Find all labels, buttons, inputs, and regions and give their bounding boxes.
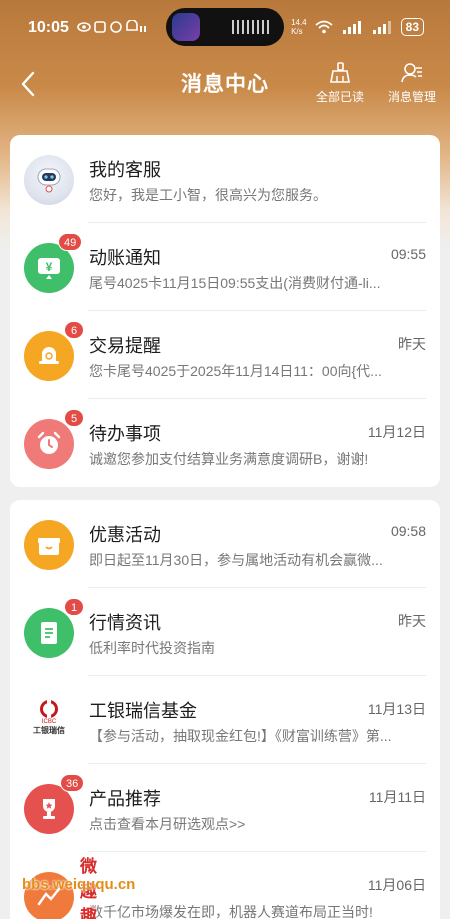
row-title: 交易提醒 [89,336,161,356]
row-title: 待办事项 [89,424,161,444]
row-time: 09:55 [390,246,426,262]
row-time: 11月06日 [367,877,426,893]
unread-badge: 36 [60,774,85,792]
signal-2-icon [372,21,391,34]
broom-icon [330,62,350,83]
battery-indicator: 83 [400,18,424,36]
unread-badge: 1 [64,598,84,616]
unread-badge: 6 [64,321,84,339]
row-title: 行情资讯 [89,613,161,633]
nav-bar: 消息中心 全部已读 消息管理 [0,56,450,112]
row-desc: 即日起至11月30日，参与属地活动有机会赢微... [89,552,383,568]
icbc-logo-cn: 工银瑞信 [33,726,65,735]
watermark-url: bbs.weiququ.cn [22,876,136,893]
icbc-mark-icon [40,700,58,718]
row-title: 优惠活动 [89,525,161,545]
row-title: 产品推荐 [89,789,161,809]
robot-avatar-icon [24,155,74,205]
user-settings-icon [401,63,422,83]
network-speed: 14.4 K/s [291,18,307,36]
row-desc: 您卡尾号4025于2025年11月14日11：00向{代... [89,363,382,379]
read-all-label: 全部已读 [315,90,364,104]
alarm-clock-icon [24,419,74,469]
list-item-market-news[interactable]: 1 行情资讯 昨天 低利率时代投资指南 [10,588,440,676]
row-time: 11月13日 [367,701,426,717]
message-manage-label: 消息管理 [387,90,436,104]
row-time: 昨天 [398,336,426,352]
row-desc: 您好，我是工小智，很高兴为您服务。 [89,187,327,203]
row-desc: 尾号4025卡11月15日09:55支出(消费财付通-li... [89,275,381,291]
message-group-secondary: 优惠活动 09:58 即日起至11月30日，参与属地活动有机会赢微... 1 行… [10,500,440,919]
row-desc: 点击查看本月研选观点>> [89,816,246,832]
message-group-primary: 我的客服 您好，我是工小智，很高兴为您服务。 ¥ 49 动账通知 09:55 尾… [10,135,440,487]
status-notification-icons [77,18,147,37]
document-icon [24,608,74,658]
signal-1-icon [342,21,361,34]
read-all-button[interactable]: 全部已读 [310,62,370,105]
bell-icon [24,331,74,381]
svg-text:¥: ¥ [46,260,53,274]
unread-badge: 49 [58,233,83,251]
row-time: 昨天 [398,613,426,629]
row-title: 工银瑞信基金 [89,701,197,721]
music-artwork-icon [172,13,200,41]
row-time: 11月11日 [368,789,426,805]
list-item-transaction-alert[interactable]: 6 交易提醒 昨天 您卡尾号4025于2025年11月14日11：00向{代..… [10,311,440,399]
icbc-logo: ICBC 工银瑞信 [24,696,74,746]
message-manage-button[interactable]: 消息管理 [382,62,442,105]
dynamic-island [166,8,284,46]
status-time: 10:05 [28,19,69,36]
row-desc: 低利率时代投资指南 [89,640,215,656]
row-title: 动账通知 [89,248,161,268]
row-time: 09:58 [390,523,426,539]
list-item-icbc-fund[interactable]: ICBC 工银瑞信 工银瑞信基金 11月13日 【参与活动，抽取现金红包!】《财… [10,676,440,764]
row-desc: 数千亿市场爆发在即，机器人赛道布局正当时! [89,904,373,919]
status-right-icons: 14.4 K/s 83 [291,18,424,36]
list-item-account-notice[interactable]: ¥ 49 动账通知 09:55 尾号4025卡11月15日09:55支出(消费财… [10,223,440,311]
wifi-icon [315,20,333,34]
list-item-customer-service[interactable]: 我的客服 您好，我是工小智，很高兴为您服务。 [10,135,440,223]
unread-badge: 5 [64,409,84,427]
gift-icon [24,520,74,570]
audio-waveform-icon [232,20,270,34]
row-time: 11月12日 [367,424,426,440]
row-desc: 诚邀您参加支付结算业务满意度调研B，谢谢! [89,451,369,467]
list-item-todo[interactable]: 5 待办事项 11月12日 诚邀您参加支付结算业务满意度调研B，谢谢! [10,399,440,487]
list-item-product-recommend[interactable]: 36 产品推荐 11月11日 点击查看本月研选观点>> [10,764,440,852]
list-item-promotions[interactable]: 优惠活动 09:58 即日起至11月30日，参与属地活动有机会赢微... [10,500,440,588]
row-desc: 【参与活动，抽取现金红包!】《财富训练营》第... [89,728,392,744]
row-title: 我的客服 [89,160,161,180]
